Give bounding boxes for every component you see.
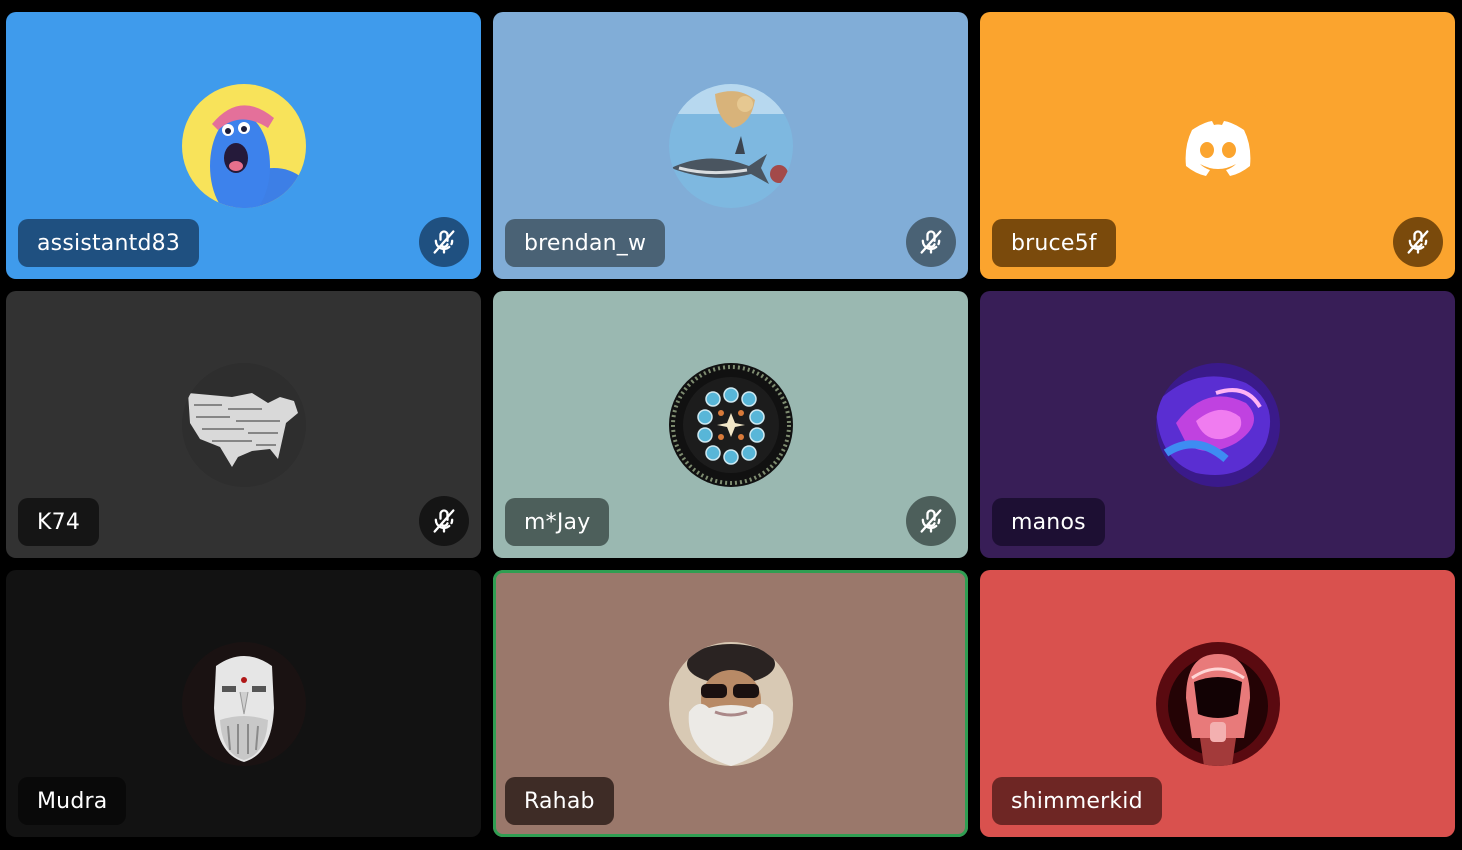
participant-tile-bruce5f[interactable]: bruce5f <box>980 12 1455 279</box>
mic-muted-icon <box>906 217 956 267</box>
participant-tile-shimmerkid[interactable]: shimmerkid <box>980 570 1455 837</box>
mic-muted-icon <box>419 496 469 546</box>
participant-name: Mudra <box>18 777 127 825</box>
avatar <box>1155 363 1280 487</box>
voice-participant-grid: assistantd83 brendan_w bruce5f K74 m*Jay… <box>6 12 1455 837</box>
participant-name: m*Jay <box>505 498 610 546</box>
avatar <box>668 642 793 766</box>
avatar <box>668 84 793 208</box>
participant-name: Rahab <box>505 777 614 825</box>
avatar <box>668 363 793 487</box>
underwater-animals-avatar <box>668 84 793 208</box>
bearded-man-avatar <box>668 642 793 766</box>
map-avatar <box>181 363 306 487</box>
avatar <box>181 84 306 208</box>
participant-name: K74 <box>18 498 100 546</box>
participant-name: assistantd83 <box>18 219 200 267</box>
participant-tile-Rahab[interactable]: Rahab <box>493 570 968 837</box>
abstract-swirl-avatar <box>1155 363 1280 487</box>
avatar <box>181 642 306 766</box>
participant-name: shimmerkid <box>992 777 1162 825</box>
mask-avatar <box>181 642 306 766</box>
blue-cartoon-avatar <box>181 84 306 208</box>
mandala-avatar <box>668 363 793 487</box>
participant-tile-assistantd83[interactable]: assistantd83 <box>6 12 481 279</box>
participant-name: manos <box>992 498 1105 546</box>
avatar <box>1155 84 1280 208</box>
participant-tile-brendan_w[interactable]: brendan_w <box>493 12 968 279</box>
participant-tile-K74[interactable]: K74 <box>6 291 481 558</box>
avatar <box>1155 642 1280 766</box>
participant-tile-Mudra[interactable]: Mudra <box>6 570 481 837</box>
participant-tile-mJay[interactable]: m*Jay <box>493 291 968 558</box>
participant-name: bruce5f <box>992 219 1116 267</box>
participant-name: brendan_w <box>505 219 666 267</box>
mic-muted-icon <box>419 217 469 267</box>
avatar <box>181 363 306 487</box>
participant-tile-manos[interactable]: manos <box>980 291 1455 558</box>
discord-logo-avatar <box>1155 84 1280 208</box>
mic-muted-icon <box>1393 217 1443 267</box>
mic-muted-icon <box>906 496 956 546</box>
helmet-avatar <box>1155 642 1280 766</box>
